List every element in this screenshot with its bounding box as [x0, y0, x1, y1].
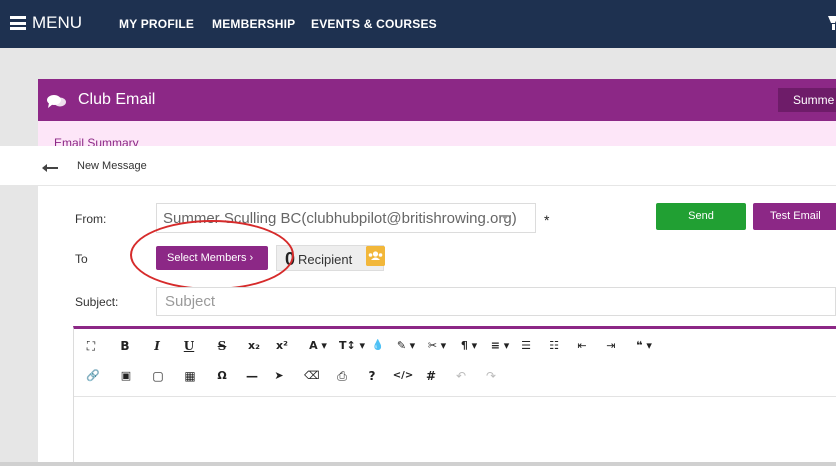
nav-link-membership[interactable]: MEMBERSHIP	[212, 17, 295, 31]
paragraph-icon[interactable]: ¶ ▾	[458, 337, 480, 355]
editor-toolbar-row-2: 🔗 ▣ ▢ ▦ Ω — ➤ ⌫ ⎙ ? </> # ↶ ↷	[74, 367, 836, 397]
new-message-title: New Message	[77, 160, 147, 172]
subscript-icon[interactable]: x₂	[246, 337, 262, 355]
undo-icon[interactable]: ↶	[454, 367, 468, 385]
nav-link-events-courses[interactable]: EVENTS & COURSES	[311, 17, 437, 31]
bottom-edge	[0, 462, 836, 466]
outdent-icon[interactable]: ⇤	[575, 337, 589, 355]
message-subbar: New Message	[0, 146, 836, 186]
recipient-label: Recipient	[298, 252, 353, 267]
nav-link-my-profile[interactable]: MY PROFILE	[119, 17, 194, 31]
summary-button[interactable]: Summe	[778, 88, 836, 112]
strikethrough-icon[interactable]: S	[216, 337, 228, 355]
subject-input[interactable]	[157, 288, 835, 315]
cart-icon[interactable]	[828, 14, 836, 30]
chevron-down-icon	[501, 215, 509, 220]
required-marker: *	[544, 212, 550, 228]
brush-icon[interactable]: ✎ ▾	[394, 337, 418, 355]
file-icon[interactable]: ▢	[151, 367, 165, 385]
subject-field[interactable]	[156, 287, 836, 316]
editor-toolbar-row-1: ⛶ B I U S x₂ x² A ▾ T↕ ▾ 💧 ✎ ▾ ✂ ▾ ¶ ▾ ≡…	[74, 337, 836, 367]
hashtag-icon[interactable]: #	[424, 367, 438, 385]
special-char-icon[interactable]: Ω	[215, 367, 229, 385]
clear-format-icon[interactable]: ✂ ▾	[425, 337, 449, 355]
select-pointer-icon[interactable]: ➤	[272, 367, 286, 385]
superscript-icon[interactable]: x²	[274, 337, 290, 355]
table-icon[interactable]: ▦	[183, 367, 197, 385]
bold-icon[interactable]: B	[119, 337, 131, 355]
message-editor[interactable]: ⛶ B I U S x₂ x² A ▾ T↕ ▾ 💧 ✎ ▾ ✂ ▾ ¶ ▾ ≡…	[73, 326, 836, 462]
print-icon[interactable]: ⎙	[335, 367, 349, 385]
link-icon[interactable]: 🔗	[86, 367, 100, 385]
people-icon[interactable]	[366, 246, 385, 266]
ordered-list-icon[interactable]: ☰	[519, 337, 533, 355]
eraser-icon[interactable]: ⌫	[304, 367, 320, 385]
font-size-icon[interactable]: T↕ ▾	[337, 337, 367, 355]
code-view-icon[interactable]: </>	[391, 367, 415, 385]
test-email-button[interactable]: Test Email	[753, 203, 836, 230]
italic-icon[interactable]: I	[151, 337, 163, 355]
image-icon[interactable]: ▣	[119, 367, 133, 385]
unordered-list-icon[interactable]: ☷	[547, 337, 561, 355]
to-label: To	[75, 252, 88, 266]
top-nav: MENU MY PROFILE MEMBERSHIP EVENTS & COUR…	[0, 0, 836, 48]
subject-label: Subject:	[75, 295, 119, 309]
underline-icon[interactable]: U	[183, 337, 195, 355]
font-color-icon[interactable]: A ▾	[304, 337, 332, 355]
help-icon[interactable]: ?	[365, 367, 379, 385]
indent-icon[interactable]: ⇥	[604, 337, 618, 355]
fullscreen-icon[interactable]: ⛶	[84, 337, 98, 355]
from-label: From:	[75, 212, 107, 226]
horizontal-rule-icon[interactable]: —	[245, 367, 259, 385]
toolbar-divider	[74, 396, 836, 397]
quote-icon[interactable]: ❝ ▾	[632, 337, 656, 355]
menu-button[interactable]: MENU	[10, 13, 82, 33]
highlight-annotation	[130, 220, 294, 290]
align-icon[interactable]: ≡ ▾	[488, 337, 512, 355]
ink-drop-icon[interactable]: 💧	[371, 337, 385, 355]
app-root: MENU MY PROFILE MEMBERSHIP EVENTS & COUR…	[0, 0, 836, 466]
redo-icon[interactable]: ↷	[484, 367, 498, 385]
chat-bubbles-icon	[47, 95, 66, 108]
menu-label: MENU	[32, 13, 83, 32]
send-button[interactable]: Send	[656, 203, 746, 230]
hamburger-icon	[10, 16, 26, 30]
panel-title: Club Email	[78, 91, 156, 108]
back-arrow-icon[interactable]	[42, 164, 58, 172]
panel-header: Club Email Summe	[38, 79, 836, 121]
